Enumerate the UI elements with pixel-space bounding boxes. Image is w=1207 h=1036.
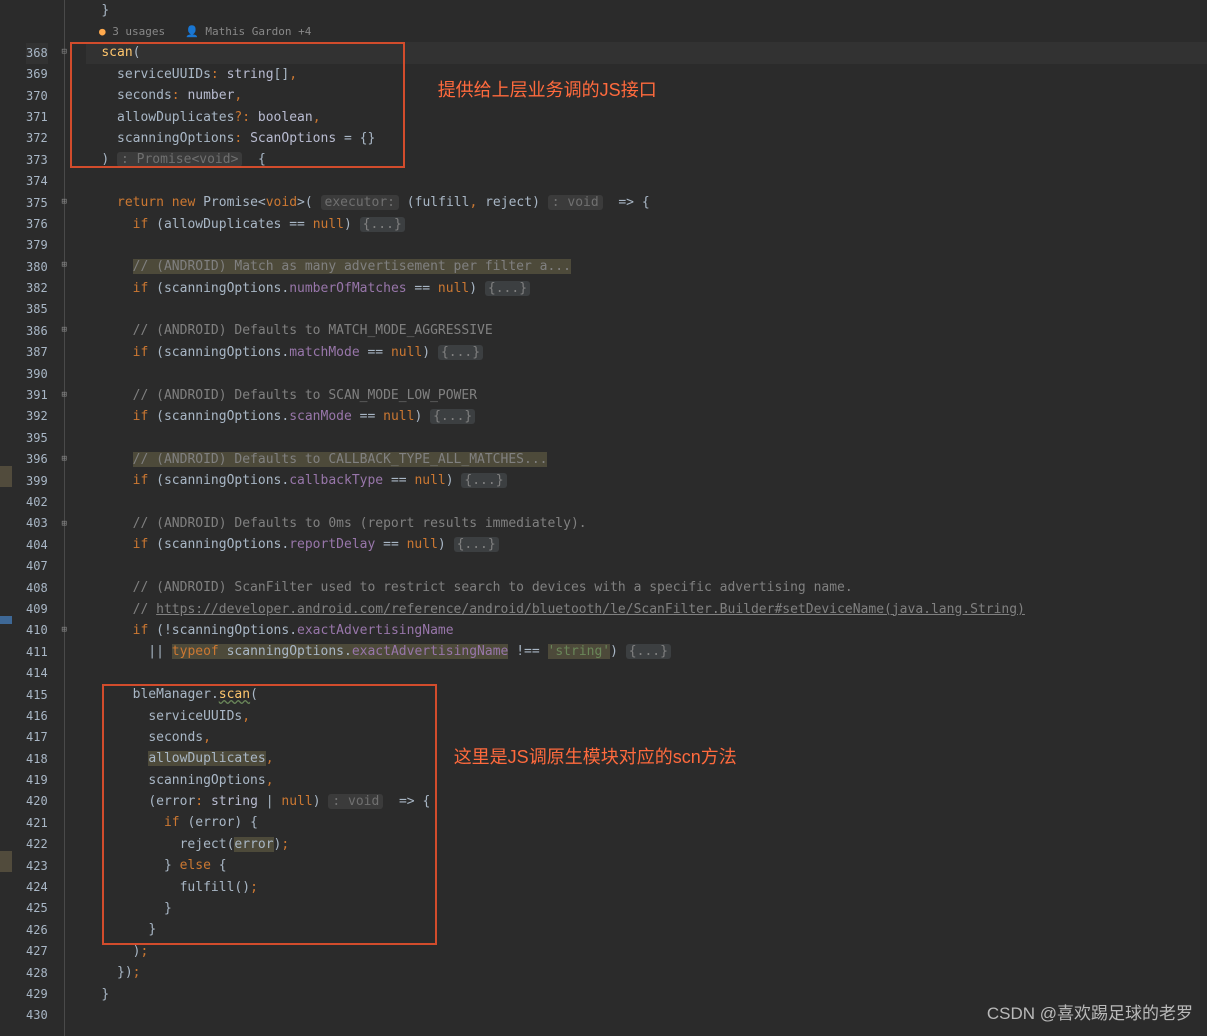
usages-dot-icon: ● bbox=[99, 25, 106, 38]
folded-block[interactable]: {...} bbox=[360, 217, 405, 232]
annotation-label-top: 提供给上层业务调的JS接口 bbox=[438, 76, 657, 102]
fold-toggle[interactable]: ⊞ bbox=[59, 260, 70, 271]
line-number: 368 bbox=[26, 43, 48, 64]
usages-count[interactable]: 3 usages bbox=[112, 25, 165, 38]
fold-toggle[interactable]: ⊟ bbox=[59, 47, 70, 58]
line-number-gutter: 368 369 370 371 372 373 374 375 376 379 … bbox=[12, 0, 56, 1036]
folded-block[interactable]: {...} bbox=[454, 537, 499, 552]
doc-url-link[interactable]: https://developer.android.com/reference/… bbox=[156, 602, 1025, 617]
marker-strip bbox=[0, 0, 12, 1036]
author-icon: 👤 bbox=[185, 25, 199, 38]
info-marker[interactable] bbox=[0, 616, 12, 624]
folded-block[interactable]: {...} bbox=[626, 644, 671, 659]
folded-block[interactable]: {...} bbox=[430, 409, 475, 424]
folded-block[interactable]: {...} bbox=[438, 345, 483, 360]
hl-marker bbox=[0, 466, 12, 487]
fold-toggle[interactable]: ⊞ bbox=[59, 625, 70, 636]
watermark: CSDN @喜欢踢足球的老罗 bbox=[987, 999, 1193, 1024]
authors-link[interactable]: Mathis Gardon +4 bbox=[205, 25, 311, 38]
return-hint: : void bbox=[328, 794, 383, 809]
annotation-label-bottom: 这里是JS调原生模块对应的scn方法 bbox=[454, 743, 737, 769]
hl-marker bbox=[0, 851, 12, 872]
return-hint: : void bbox=[548, 195, 603, 210]
folded-block[interactable]: {...} bbox=[485, 281, 530, 296]
fold-toggle[interactable]: ⊞ bbox=[59, 325, 70, 336]
fold-toggle[interactable]: ⊞ bbox=[59, 454, 70, 465]
folded-block[interactable]: {...} bbox=[461, 473, 506, 488]
fold-toggle[interactable]: ⊞ bbox=[59, 390, 70, 401]
code-editor: 368 369 370 371 372 373 374 375 376 379 … bbox=[0, 0, 1207, 1036]
return-type-hint: : Promise<void> bbox=[117, 152, 242, 167]
fold-toggle[interactable]: ⊞ bbox=[59, 519, 70, 530]
fold-column: ⊟ ⊞ ⊞ ⊞ ⊞ ⊞ ⊞ ⊞ bbox=[56, 0, 78, 1036]
code-content[interactable]: } ● 3 usages 👤 Mathis Gardon +4 scan( se… bbox=[78, 0, 1207, 1036]
fold-toggle[interactable]: ⊞ bbox=[59, 197, 70, 208]
param-hint: executor: bbox=[321, 195, 399, 210]
